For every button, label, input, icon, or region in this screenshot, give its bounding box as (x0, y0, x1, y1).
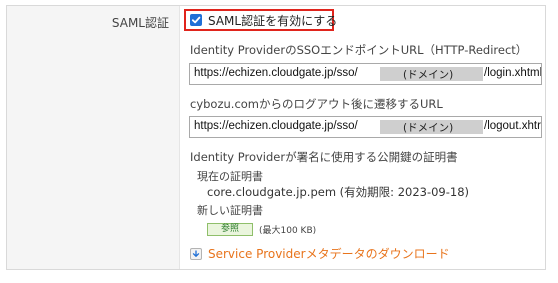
browse-button[interactable]: 参照 (207, 223, 253, 236)
sso-url-suffix: /login.xhtml (484, 67, 542, 79)
current-certificate-value: core.cloudgate.jp.pem (有効期限: 2023-09-18) (207, 185, 470, 199)
enable-saml-label: SAML認証を有効にする (208, 13, 338, 28)
arrow-down-icon (192, 249, 200, 257)
download-metadata-label: Service Providerメタデータのダウンロード (208, 247, 450, 261)
sso-url-title: Identity ProviderのSSOエンドポイントURL（HTTP-Red… (190, 43, 528, 57)
new-certificate-label: 新しい証明書 (197, 204, 263, 217)
current-certificate-label: 現在の証明書 (197, 170, 263, 183)
checkmark-icon (191, 16, 201, 24)
logout-url-prefix: https://echizen.cloudgate.jp/sso/ (194, 120, 358, 132)
logout-url-domain-placeholder: (ドメイン) (403, 122, 454, 134)
sso-url-domain-placeholder: (ドメイン) (403, 69, 454, 81)
logout-url-input[interactable]: https://echizen.cloudgate.jp/sso/ (ドメイン)… (189, 116, 542, 138)
enable-saml-checkbox[interactable]: SAML認証を有効にする (184, 9, 338, 31)
logout-url-title: cybozu.comからのログアウト後に遷移するURL (190, 97, 443, 111)
logout-url-suffix: /logout.xhtr (484, 120, 541, 132)
saml-settings-panel: SAML認証 SAML認証を有効にする Identity ProviderのSS… (6, 5, 546, 270)
saml-settings-content: SAML認証を有効にする Identity ProviderのSSOエンドポイン… (180, 6, 545, 269)
download-icon (190, 247, 202, 260)
sso-url-input[interactable]: https://echizen.cloudgate.jp/sso/ (ドメイン)… (189, 63, 542, 85)
certificate-title: Identity Providerが署名に使用する公開鍵の証明書 (190, 150, 458, 164)
label-column: SAML認証 (7, 6, 180, 269)
checkbox-checked-icon[interactable] (190, 14, 202, 26)
max-size-note: (最大100 KB) (259, 226, 317, 236)
sso-url-prefix: https://echizen.cloudgate.jp/sso/ (194, 67, 358, 79)
saml-section-label: SAML認証 (111, 16, 169, 30)
download-metadata-link[interactable]: Service Providerメタデータのダウンロード (190, 245, 450, 262)
